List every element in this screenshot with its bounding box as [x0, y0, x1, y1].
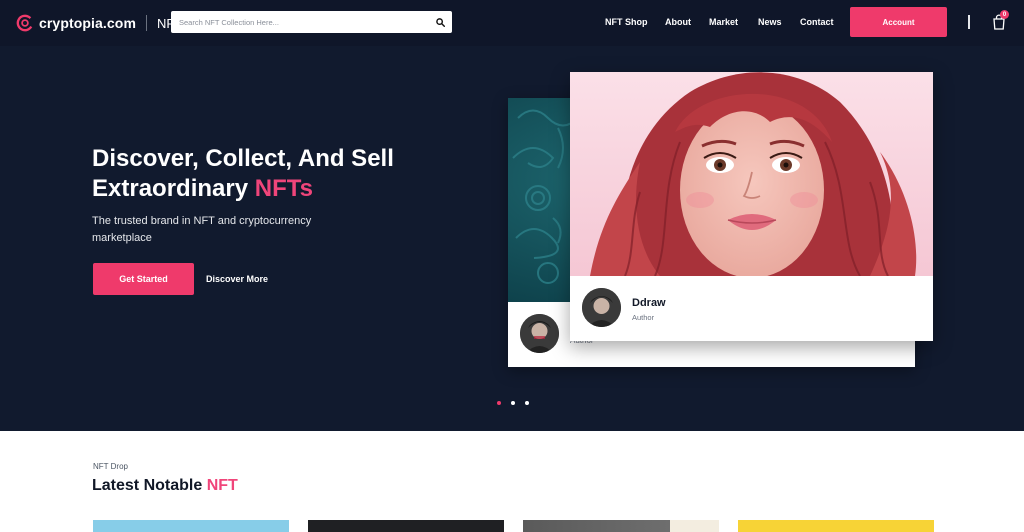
section-kicker: NFT Drop	[93, 462, 128, 471]
carousel-dot-1[interactable]	[497, 401, 501, 405]
logo-icon	[16, 14, 34, 32]
nft-item-card-4[interactable]	[738, 520, 934, 532]
nav-market[interactable]: Market	[709, 17, 738, 27]
hero-title-accent: NFTs	[254, 175, 313, 202]
nft-item-card-2[interactable]	[308, 520, 504, 532]
discover-more-link[interactable]: Discover More	[206, 274, 268, 284]
search-button[interactable]	[428, 11, 452, 33]
carousel-dots	[497, 401, 529, 405]
carousel-dot-3[interactable]	[525, 401, 529, 405]
author-avatar-back[interactable]	[520, 314, 559, 353]
logo-divider	[146, 15, 147, 31]
account-button[interactable]: Account	[850, 7, 947, 37]
carousel-dot-2[interactable]	[511, 401, 515, 405]
nav-news[interactable]: News	[758, 17, 782, 27]
header-divider	[968, 15, 970, 29]
top-header: cryptopia.com NFT NFT Shop About Market …	[0, 0, 1024, 46]
search-bar	[171, 11, 452, 33]
nft-item-card-1[interactable]	[93, 520, 289, 532]
nav-nft-shop[interactable]: NFT Shop	[605, 17, 648, 27]
hero-title: Discover, Collect, And Sell Extraordinar…	[92, 144, 472, 204]
nft-artwork-portrait	[570, 72, 933, 276]
brand-name: cryptopia.com	[39, 15, 136, 31]
brand-logo[interactable]: cryptopia.com NFT	[16, 13, 182, 33]
author-role-front: Author	[632, 313, 655, 322]
author-avatar-front[interactable]	[582, 288, 621, 327]
section-title-accent: NFT	[206, 477, 238, 494]
nft-item-card-3[interactable]	[523, 520, 719, 532]
hero-title-line2: Extraordinary	[92, 175, 255, 202]
search-icon	[435, 17, 445, 27]
hero-title-line1: Discover, Collect, And Sell	[92, 145, 394, 172]
search-input[interactable]	[171, 11, 428, 33]
nav-about[interactable]: About	[665, 17, 691, 27]
author-name-front[interactable]: Ddraw	[632, 297, 666, 309]
section-title: Latest Notable NFT	[92, 477, 238, 495]
section-title-plain: Latest Notable	[92, 477, 207, 494]
nav-contact[interactable]: Contact	[800, 17, 834, 27]
hero-subtitle: The trusted brand in NFT and cryptocurre…	[92, 215, 312, 244]
get-started-button[interactable]: Get Started	[93, 263, 194, 295]
nft-card-front[interactable]: Ddraw Author	[570, 72, 933, 341]
cart-count-badge: 0	[1000, 10, 1009, 19]
